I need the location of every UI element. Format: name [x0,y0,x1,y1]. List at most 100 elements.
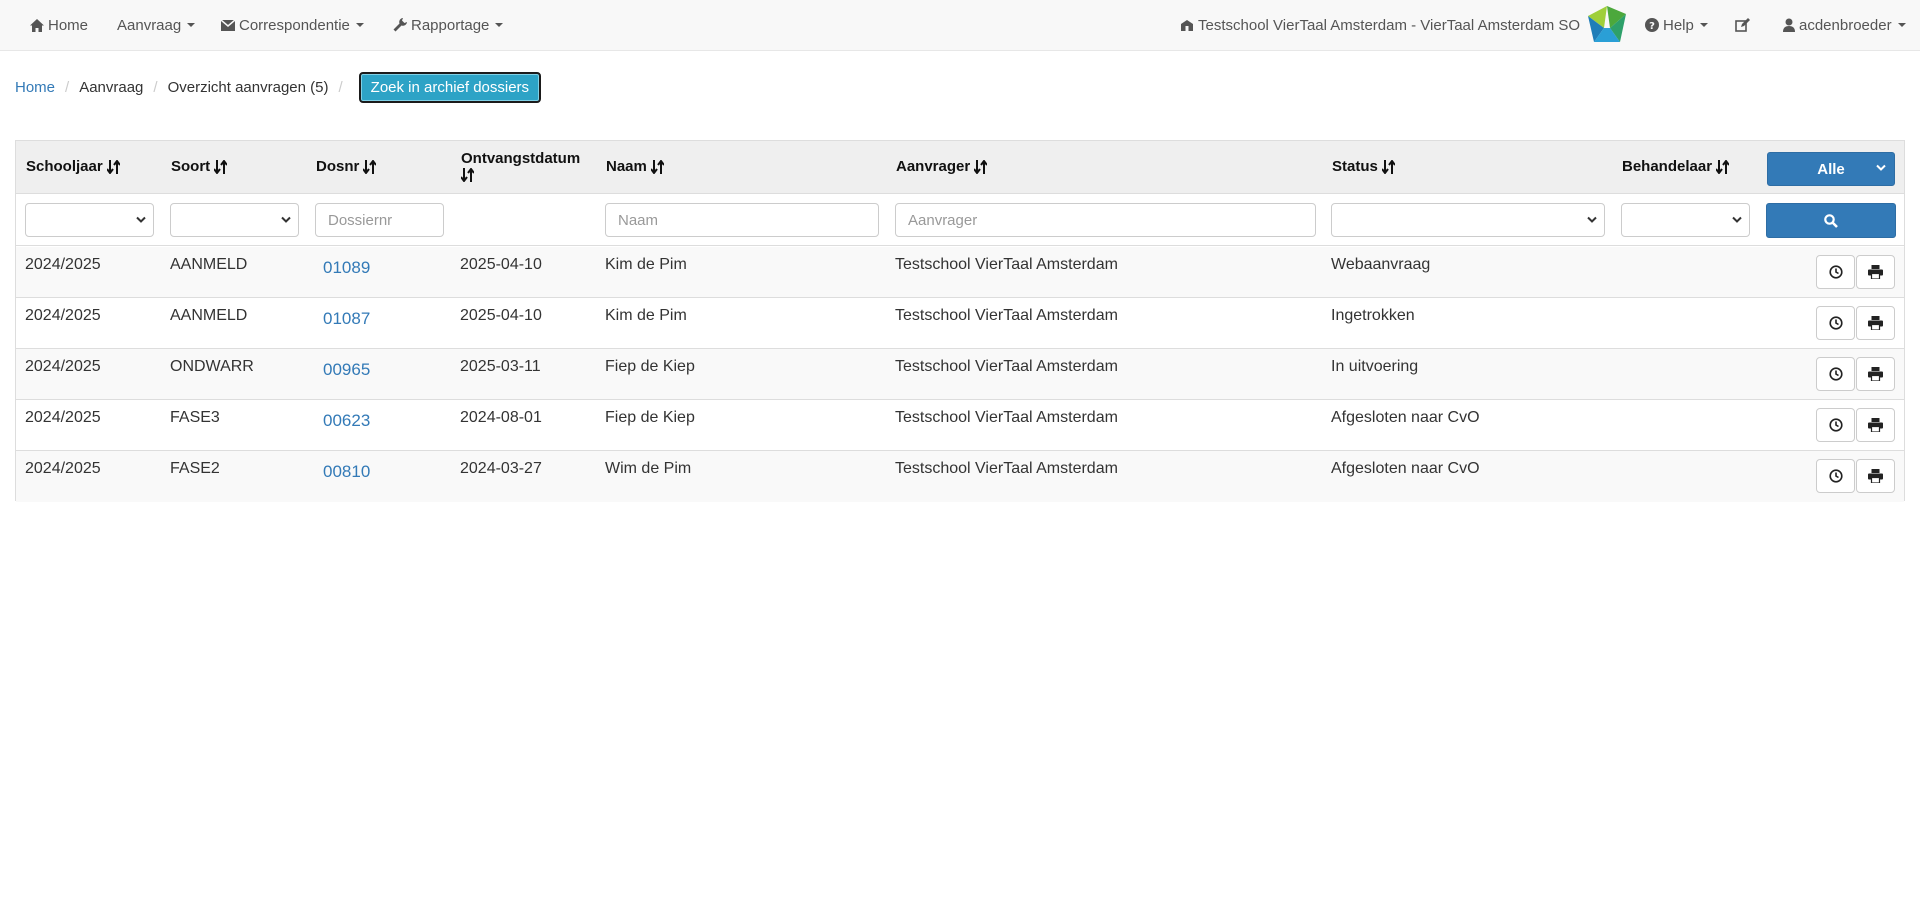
cell-naam: Fiep de Kiep [605,358,695,375]
aanvrager-input[interactable]: Aanvrager [895,203,1316,237]
cell-aanvrager: Testschool VierTaal Amsterdam [895,460,1118,477]
cell-soort: ONDWARR [170,358,254,375]
print-button[interactable] [1856,408,1895,442]
cell-dosnr-link[interactable]: 00965 [323,360,370,380]
nav-aanvraag[interactable]: Aanvraag [117,0,196,50]
column-label: Aanvrager [896,158,971,175]
home-icon [30,18,44,32]
school-icon [1181,20,1193,31]
nav-rapportage[interactable]: Rapportage [393,0,504,50]
dossiernr-input[interactable]: Dossiernr [315,203,444,237]
sort-icon [106,159,120,174]
cell-aanvrager: Testschool VierTaal Amsterdam [895,358,1118,375]
cell-dosnr-link[interactable]: 01089 [323,258,370,278]
chevron-down-icon [281,216,291,223]
history-button[interactable] [1816,408,1855,442]
breadcrumb-separator: / [338,78,343,96]
nav-user[interactable]: acdenbroeder [1783,0,1906,50]
column-label: Soort [171,158,211,175]
column-label: Status [1332,158,1378,175]
column-header-schooljaar[interactable]: Schooljaar [26,158,120,175]
table-row: 2024/2025 ONDWARR 00965 2025-03-11 Fiep … [16,349,1904,400]
cell-dosnr-link[interactable]: 01087 [323,309,370,329]
nav-school[interactable]: Testschool VierTaal Amsterdam - VierTaal… [1180,0,1580,50]
cell-datum: 2024-08-01 [460,409,542,426]
naam-input[interactable]: Naam [605,203,879,237]
archive-search-button[interactable]: Zoek in archief dossiers [358,71,542,103]
cell-soort: FASE2 [170,460,220,477]
column-header-status[interactable]: Status [1332,158,1395,175]
clock-icon [1828,469,1843,483]
nav-help[interactable]: ? Help [1645,0,1708,50]
column-label: Schooljaar [26,158,103,175]
caret-down-icon [1897,23,1906,27]
breadcrumb-overzicht: Overzicht aanvragen (5) [167,78,329,96]
clock-icon [1828,265,1843,279]
nav-help-label: Help [1663,16,1694,34]
cell-soort: AANMELD [170,307,248,324]
print-button[interactable] [1856,255,1895,289]
column-header-ontvangstdatum[interactable]: Ontvangstdatum [460,150,580,187]
column-header-naam[interactable]: Naam [606,158,664,175]
behandelaar-filter-select[interactable] [1621,203,1750,237]
history-button[interactable] [1816,357,1855,391]
nav-home-label: Home [48,16,89,34]
soort-filter-select[interactable] [170,203,299,237]
column-label: Behandelaar [1622,158,1713,175]
svg-text:?: ? [1649,21,1655,32]
print-icon [1868,265,1883,279]
history-button[interactable] [1816,306,1855,340]
chevron-down-icon [1587,216,1597,223]
sort-icon [974,159,988,174]
nav-home[interactable]: Home [30,0,88,50]
search-button[interactable] [1766,203,1896,238]
caret-down-icon [355,23,364,27]
cell-datum: 2024-03-27 [460,460,542,477]
search-icon [1824,213,1838,228]
sort-icon [214,159,228,174]
breadcrumb: Home / Aanvraag / Overzicht aanvragen (5… [15,71,542,103]
wrench-icon [393,18,407,32]
column-header-behandelaar[interactable]: Behandelaar [1622,158,1730,175]
sort-icon [1381,159,1395,174]
cell-dosnr-link[interactable]: 00810 [323,462,370,482]
cell-status: Afgesloten naar CvO [1331,409,1480,426]
clock-icon [1828,316,1843,330]
nav-rapportage-label: Rapportage [411,16,490,34]
cell-naam: Wim de Pim [605,460,692,477]
clock-icon [1828,418,1843,432]
cell-naam: Kim de Pim [605,256,687,273]
breadcrumb-separator: / [65,78,70,96]
breadcrumb-aanvraag: Aanvraag [79,78,144,96]
cell-schooljaar: 2024/2025 [25,307,101,324]
cell-schooljaar: 2024/2025 [25,409,101,426]
history-button[interactable] [1816,459,1855,493]
nav-school-label: Testschool VierTaal Amsterdam - VierTaal… [1198,16,1581,34]
caret-down-icon [187,23,196,27]
print-icon [1868,469,1883,483]
filter-all-select[interactable]: Alle [1767,152,1895,186]
print-button[interactable] [1856,459,1895,493]
sort-icon [363,159,377,174]
sort-icon [1716,159,1730,174]
table-row: 2024/2025 AANMELD 01087 2025-04-10 Kim d… [16,298,1904,349]
column-header-aanvrager[interactable]: Aanvrager [896,158,988,175]
schooljaar-filter-select[interactable] [25,203,154,237]
breadcrumb-home[interactable]: Home [15,79,55,96]
nav-correspondentie[interactable]: Correspondentie [221,0,364,50]
cell-aanvrager: Testschool VierTaal Amsterdam [895,256,1118,273]
print-button[interactable] [1856,306,1895,340]
column-header-dosnr[interactable]: Dosnr [316,158,377,175]
nav-user-label: acdenbroeder [1799,16,1892,34]
table-header-row: Schooljaar Soort Dosnr Ontvangstdatum Na… [16,141,1904,194]
print-button[interactable] [1856,357,1895,391]
user-icon [1783,18,1795,32]
chevron-down-icon [136,216,146,223]
nav-edit[interactable] [1735,0,1754,50]
cell-soort: FASE3 [170,409,220,426]
cell-dosnr-link[interactable]: 00623 [323,411,370,431]
history-button[interactable] [1816,255,1855,289]
column-header-soort[interactable]: Soort [171,158,228,175]
status-filter-select[interactable] [1331,203,1605,237]
print-icon [1868,418,1883,432]
